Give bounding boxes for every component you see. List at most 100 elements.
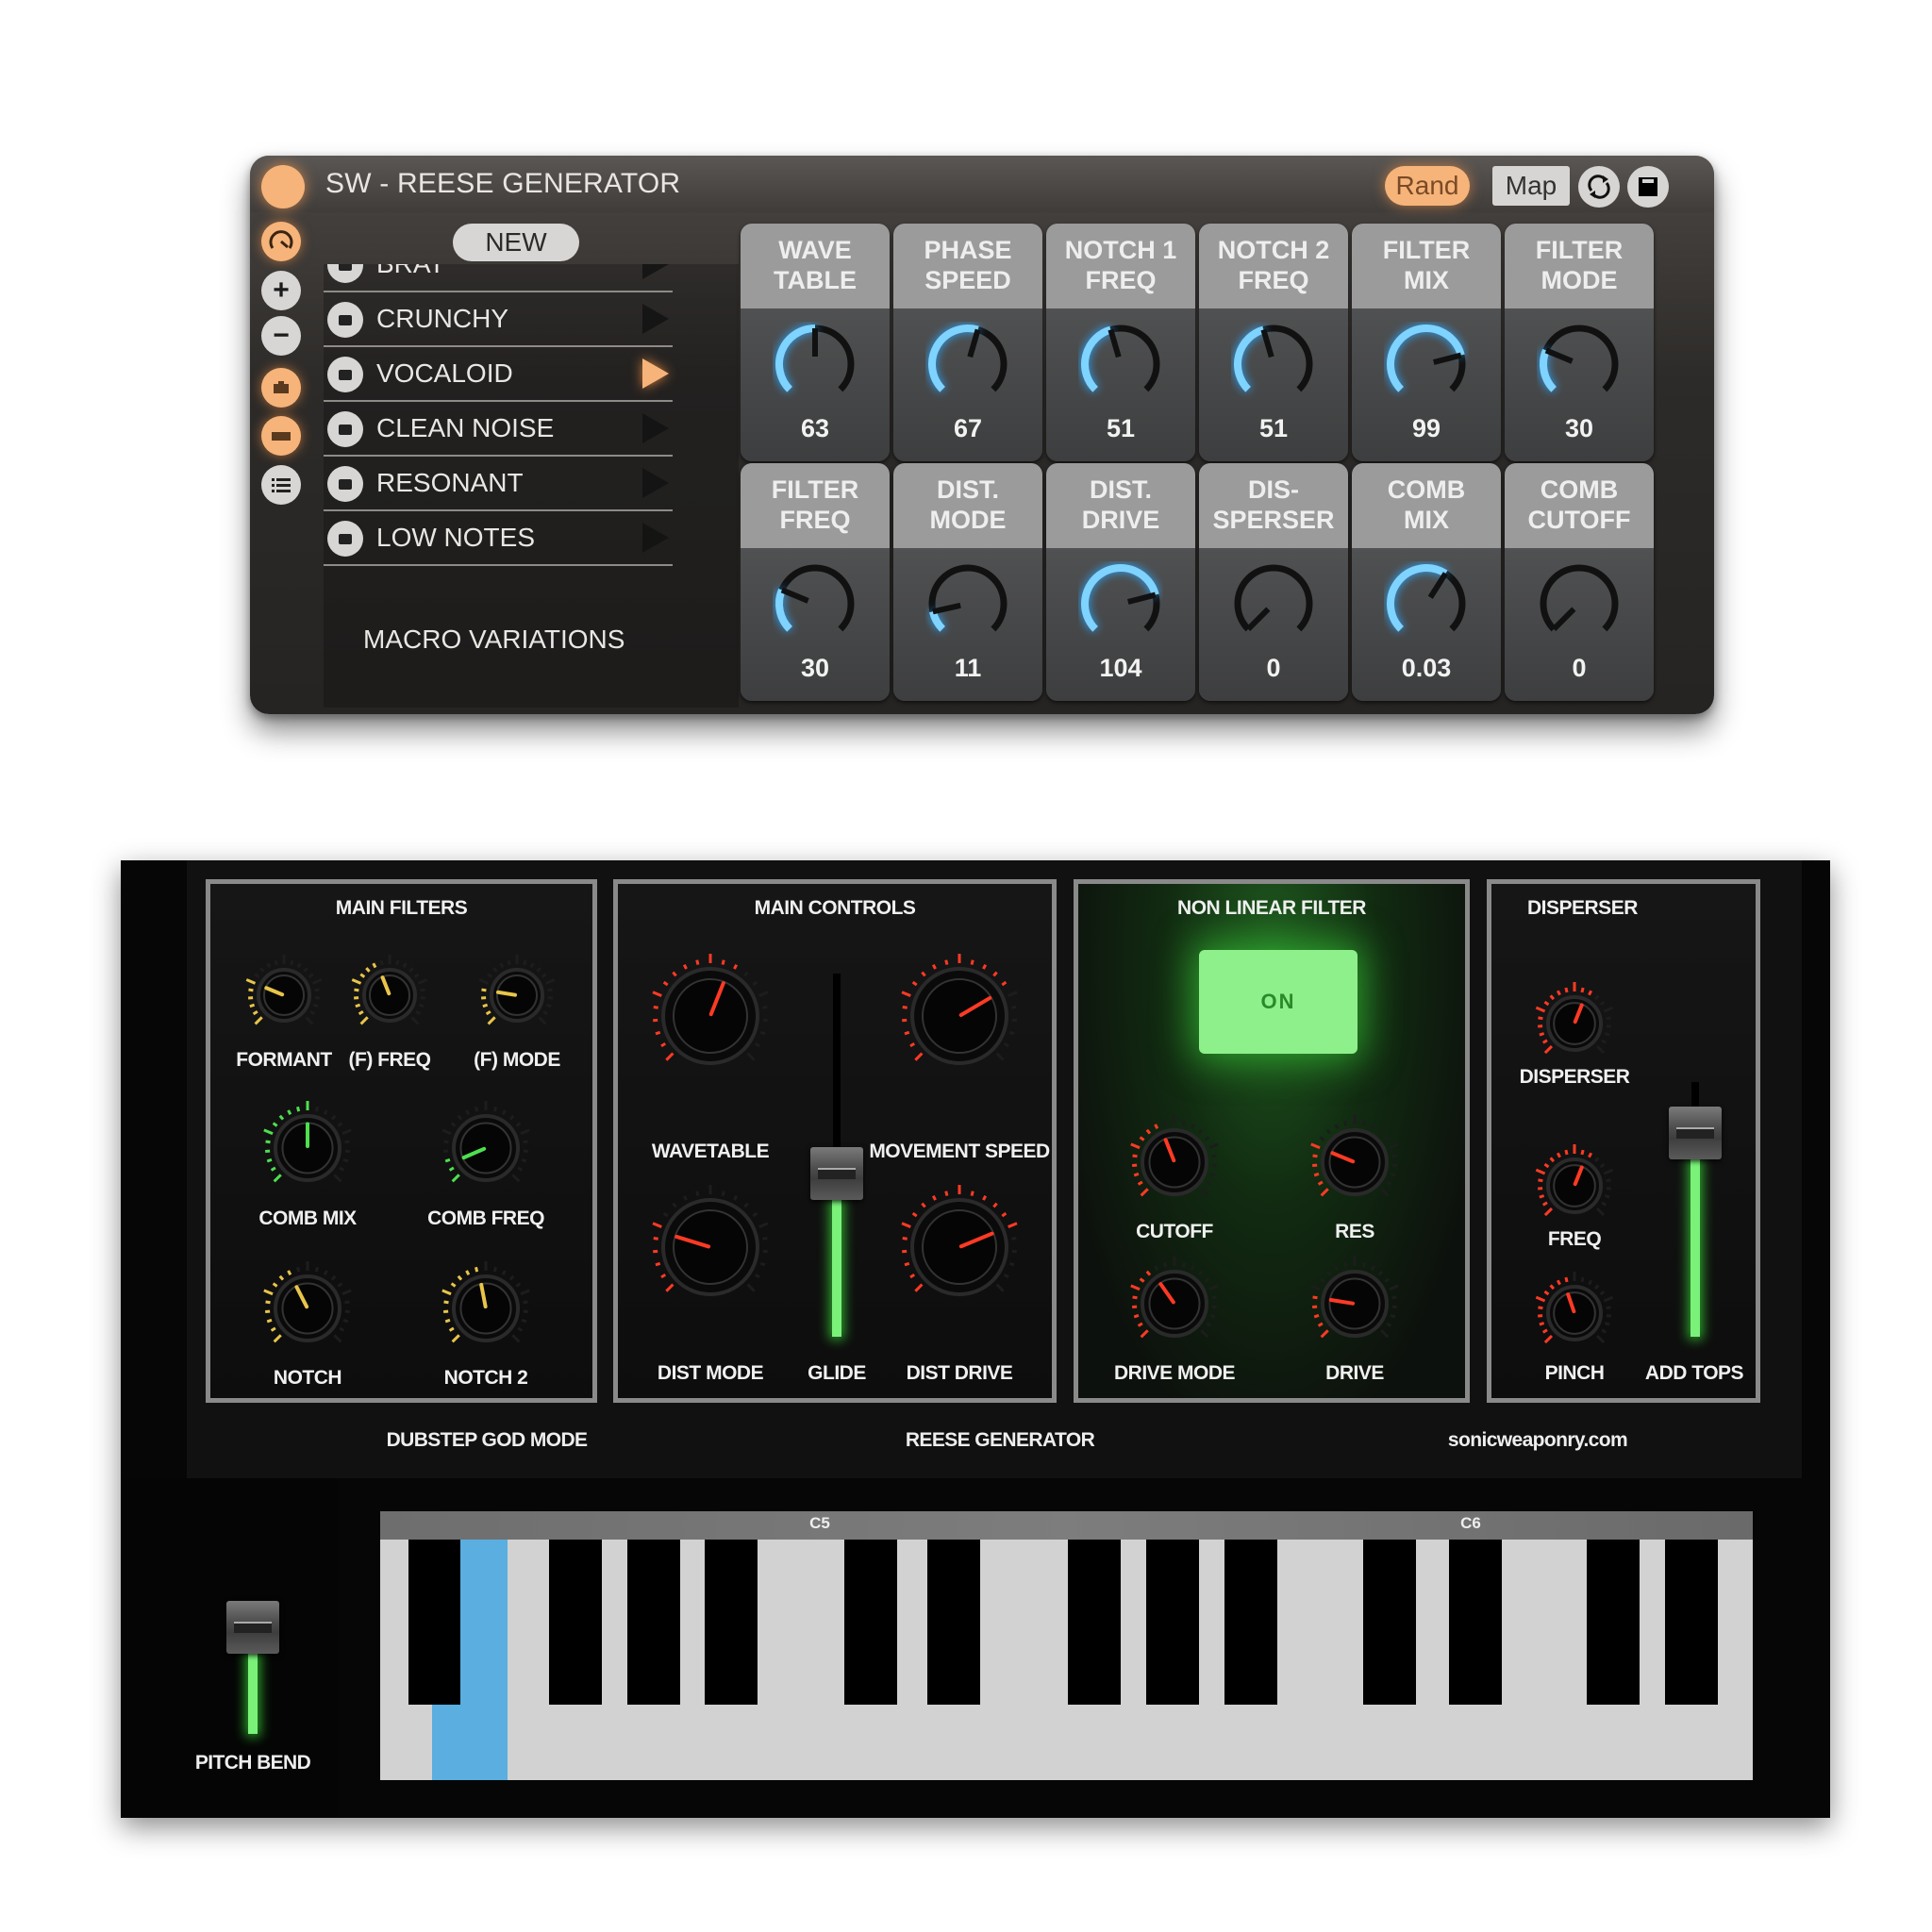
knob-body[interactable]: 51 (1199, 308, 1348, 461)
knob-body[interactable]: 99 (1352, 308, 1501, 461)
camera-icon[interactable] (327, 357, 363, 392)
knob-dist-drive[interactable] (891, 1179, 1027, 1320)
filter-on-toggle[interactable]: ON (1199, 950, 1357, 1054)
black-key[interactable] (927, 1540, 980, 1705)
pitch-bend-handle[interactable] (226, 1601, 279, 1654)
camera-icon[interactable] (327, 521, 363, 557)
knob-dial[interactable] (1527, 1266, 1622, 1360)
macro-knob-filter-mix[interactable]: FILTER MIX 99 (1352, 224, 1501, 461)
camera-icon[interactable] (327, 466, 363, 502)
knob-f-freq[interactable] (343, 949, 436, 1046)
remove-variation-button[interactable]: − (261, 316, 301, 356)
play-arrow-icon[interactable] (642, 413, 669, 443)
knob-dial[interactable] (1537, 322, 1622, 407)
black-key[interactable] (1363, 1540, 1416, 1705)
black-key[interactable] (705, 1540, 758, 1705)
macro-knob-notch-2-freq[interactable]: NOTCH 2 FREQ 51 (1199, 224, 1348, 461)
knob-dial[interactable] (925, 322, 1010, 407)
knob-dial[interactable] (1384, 322, 1469, 407)
macro-knob-filter-freq[interactable]: FILTER FREQ 30 (741, 463, 890, 701)
knob-dial[interactable] (891, 1179, 1027, 1315)
black-key[interactable] (549, 1540, 602, 1705)
play-arrow-icon[interactable] (642, 523, 669, 553)
knob-body[interactable]: 51 (1046, 308, 1195, 461)
knob-dial[interactable] (1302, 1251, 1407, 1357)
preset-item-crunchy[interactable]: CRUNCHY (324, 292, 673, 347)
save-button[interactable] (1627, 166, 1669, 208)
knob-formant[interactable] (238, 949, 330, 1046)
device-power-button[interactable] (261, 165, 305, 208)
knob-dial[interactable] (925, 561, 1010, 646)
knob-dial[interactable] (1078, 322, 1163, 407)
add-tops-fader-handle[interactable] (1669, 1107, 1722, 1159)
black-key[interactable] (1665, 1540, 1718, 1705)
black-key[interactable] (1068, 1540, 1121, 1705)
preset-item-low-notes[interactable]: LOW NOTES (324, 511, 673, 566)
knob-dial[interactable] (1302, 1109, 1407, 1215)
macro-knob-wave-table[interactable]: WAVE TABLE 63 (741, 224, 890, 461)
knob-dial[interactable] (642, 948, 778, 1084)
black-key[interactable] (627, 1540, 680, 1705)
knob-comb-freq[interactable] (433, 1095, 539, 1206)
knob-cutoff[interactable] (1122, 1109, 1227, 1220)
piano-keyboard[interactable]: C5 C6 (380, 1511, 1753, 1780)
knob-body[interactable]: 0 (1199, 548, 1348, 701)
black-key[interactable] (408, 1540, 460, 1705)
add-variation-button[interactable]: + (261, 271, 301, 310)
knob-drive-mode[interactable] (1122, 1251, 1227, 1361)
black-key[interactable] (1146, 1540, 1199, 1705)
knob-dial[interactable] (255, 1256, 360, 1361)
knob-body[interactable]: 104 (1046, 548, 1195, 701)
delete-all-button[interactable] (261, 416, 301, 456)
knob-movement-speed[interactable] (891, 948, 1027, 1089)
black-key[interactable] (844, 1540, 897, 1705)
black-key[interactable] (1587, 1540, 1640, 1705)
capture-button[interactable] (261, 368, 301, 408)
knob-dial[interactable] (343, 949, 436, 1041)
glide-fader-handle[interactable] (810, 1146, 863, 1200)
play-arrow-icon[interactable] (642, 358, 669, 389)
preset-item-resonant[interactable]: RESONANT (324, 457, 673, 511)
macro-knob-comb-cutoff[interactable]: COMB CUTOFF 0 (1505, 463, 1654, 701)
knob-dial[interactable] (255, 1095, 360, 1201)
macro-knob-comb-mix[interactable]: COMB MIX 0.03 (1352, 463, 1501, 701)
knob-body[interactable]: 0 (1505, 548, 1654, 701)
knob-dial[interactable] (642, 1179, 778, 1315)
knob-wavetable[interactable] (642, 948, 778, 1089)
macro-knob-dist-drive[interactable]: DIST. DRIVE 104 (1046, 463, 1195, 701)
camera-icon[interactable] (327, 411, 363, 447)
knob-dial[interactable] (433, 1095, 539, 1201)
knob-notch-2[interactable] (433, 1256, 539, 1366)
play-arrow-icon[interactable] (642, 468, 669, 498)
macro-knob-phase-speed[interactable]: PHASE SPEED 67 (893, 224, 1042, 461)
knob-dial[interactable] (433, 1256, 539, 1361)
knob-dial[interactable] (1078, 561, 1163, 646)
knob-dial[interactable] (1122, 1109, 1227, 1215)
knob-dial[interactable] (1231, 561, 1316, 646)
knob-body[interactable]: 0.03 (1352, 548, 1501, 701)
knob-freq[interactable] (1527, 1139, 1622, 1238)
knob-comb-mix[interactable] (255, 1095, 360, 1206)
macro-knob-dis-sperser[interactable]: DIS- SPERSER 0 (1199, 463, 1348, 701)
knob-dial[interactable] (773, 322, 858, 407)
macro-knob-dist-mode[interactable]: DIST. MODE 11 (893, 463, 1042, 701)
knob-notch[interactable] (255, 1256, 360, 1366)
knob-body[interactable]: 30 (741, 548, 890, 701)
macro-knob-notch-1-freq[interactable]: NOTCH 1 FREQ 51 (1046, 224, 1195, 461)
knob-dial[interactable] (1122, 1251, 1227, 1357)
footer-website-link[interactable]: sonicweaponry.com (1448, 1429, 1628, 1452)
knob-body[interactable]: 67 (893, 308, 1042, 461)
map-button[interactable]: Map (1492, 166, 1570, 206)
sync-button[interactable] (1578, 166, 1620, 208)
knob-drive[interactable] (1302, 1251, 1407, 1361)
macro-knob-button[interactable] (261, 222, 301, 261)
knob-dial[interactable] (773, 561, 858, 646)
camera-icon[interactable] (327, 302, 363, 338)
knob-body[interactable]: 63 (741, 308, 890, 461)
list-button[interactable] (261, 465, 301, 505)
knob-dial[interactable] (891, 948, 1027, 1084)
knob-dial[interactable] (1537, 561, 1622, 646)
knob-dial[interactable] (1527, 1139, 1622, 1233)
knob-dist-mode[interactable] (642, 1179, 778, 1320)
preset-item-vocaloid[interactable]: VOCALOID (324, 347, 673, 402)
